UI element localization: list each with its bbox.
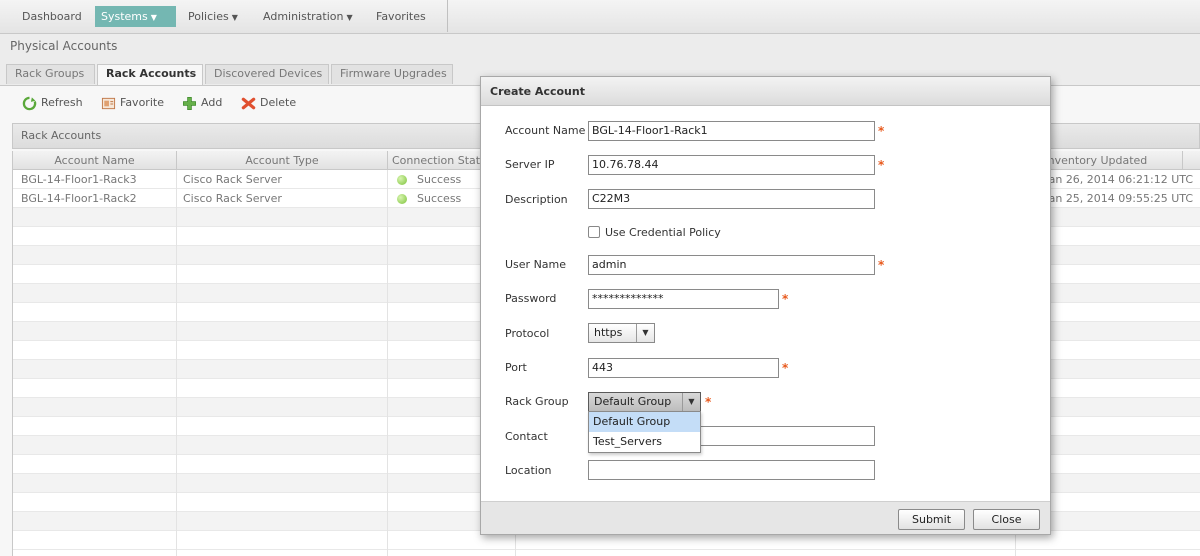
page-title: Physical Accounts xyxy=(10,39,118,53)
nav-policies[interactable]: Policies ▼ xyxy=(182,6,244,27)
cell-account-name: BGL-14-Floor1-Rack2 xyxy=(21,192,137,205)
dialog-footer: Submit Close xyxy=(481,501,1050,534)
rack-group-dropdown: Default Group Test_Servers xyxy=(588,411,701,453)
favorite-icon xyxy=(101,97,116,109)
dropdown-option-default-group[interactable]: Default Group xyxy=(589,412,700,432)
nav-systems-label: Systems xyxy=(101,10,148,23)
tab-discovered-devices[interactable]: Discovered Devices xyxy=(205,64,329,84)
favorite-button[interactable]: Favorite xyxy=(101,94,164,112)
column-header-account-type[interactable]: Account Type xyxy=(177,151,388,170)
required-marker: * xyxy=(878,258,885,272)
user-name-label: User Name xyxy=(505,258,567,271)
tab-firmware-upgrades[interactable]: Firmware Upgrades xyxy=(331,64,453,84)
nav-administration-label: Administration xyxy=(263,10,344,23)
description-label: Description xyxy=(505,193,568,206)
nav-favorites-label: Favorites xyxy=(376,10,426,23)
status-success-icon xyxy=(397,194,407,204)
port-label: Port xyxy=(505,361,527,374)
tab-rack-groups[interactable]: Rack Groups xyxy=(6,64,95,84)
port-field[interactable]: 443 xyxy=(588,358,779,378)
favorite-label: Favorite xyxy=(120,96,164,109)
delete-label: Delete xyxy=(260,96,297,109)
refresh-button[interactable]: Refresh xyxy=(22,94,83,112)
required-marker: * xyxy=(782,361,789,375)
required-marker: * xyxy=(878,124,885,138)
required-marker: * xyxy=(705,395,712,409)
status-label: Success xyxy=(417,192,462,205)
cell-account-name: BGL-14-Floor1-Rack3 xyxy=(21,173,137,186)
column-divider xyxy=(387,170,388,556)
rack-group-label: Rack Group xyxy=(505,395,569,408)
account-name-label: Account Name xyxy=(505,124,586,137)
protocol-select[interactable]: https ▼ xyxy=(588,323,655,343)
delete-icon xyxy=(241,97,256,109)
use-credential-policy-checkbox[interactable] xyxy=(588,226,600,238)
column-header-account-name[interactable]: Account Name xyxy=(13,151,177,170)
password-label: Password xyxy=(505,292,557,305)
required-marker: * xyxy=(878,158,885,172)
nav-menu-bar: Dashboard Systems ▼ Policies ▼ Administrat… xyxy=(0,0,448,32)
cell-connection-status: Success xyxy=(397,189,461,208)
password-field[interactable]: ************* xyxy=(588,289,779,309)
chevron-down-icon[interactable]: ▼ xyxy=(636,324,654,342)
tab-rack-accounts[interactable]: Rack Accounts xyxy=(97,64,203,86)
protocol-value: https xyxy=(594,326,623,339)
location-field[interactable] xyxy=(588,460,875,480)
contact-label: Contact xyxy=(505,430,548,443)
cell-connection-status: Success xyxy=(397,170,461,189)
server-ip-label: Server IP xyxy=(505,158,555,171)
nav-favorites[interactable]: Favorites xyxy=(370,6,432,27)
nav-administration[interactable]: Administration ▼ xyxy=(257,6,359,27)
cell-account-type: Cisco Rack Server xyxy=(183,192,282,205)
description-field[interactable]: C22M3 xyxy=(588,189,875,209)
account-name-field[interactable]: BGL-14-Floor1-Rack1 xyxy=(588,121,875,141)
chevron-down-icon: ▼ xyxy=(346,13,353,22)
server-ip-field[interactable]: 10.76.78.44 xyxy=(588,155,875,175)
status-success-icon xyxy=(397,175,407,185)
nav-dashboard[interactable]: Dashboard xyxy=(16,6,88,27)
column-header-connection-status[interactable]: Connection Status xyxy=(388,151,488,170)
location-label: Location xyxy=(505,464,552,477)
nav-policies-label: Policies xyxy=(188,10,229,23)
add-label: Add xyxy=(201,96,223,109)
required-marker: * xyxy=(782,292,789,306)
rack-group-value: Default Group xyxy=(594,395,672,408)
user-name-field[interactable]: admin xyxy=(588,255,875,275)
add-button[interactable]: Add xyxy=(182,94,222,112)
dropdown-option-test-servers[interactable]: Test_Servers xyxy=(589,432,700,452)
add-icon xyxy=(183,96,196,110)
close-button[interactable]: Close xyxy=(973,509,1040,530)
create-account-dialog: Create Account Account Name BGL-14-Floor… xyxy=(480,76,1051,535)
top-nav: Dashboard Systems ▼ Policies ▼ Administrat… xyxy=(0,0,1200,34)
nav-systems[interactable]: Systems ▼ xyxy=(95,6,176,27)
chevron-down-icon[interactable]: ▼ xyxy=(682,393,700,411)
rack-group-select[interactable]: Default Group ▼ xyxy=(588,392,701,412)
dialog-title: Create Account xyxy=(481,77,1050,106)
chevron-down-icon: ▼ xyxy=(150,13,157,22)
delete-button[interactable]: Delete xyxy=(241,94,296,112)
column-divider xyxy=(176,170,177,556)
nav-dashboard-label: Dashboard xyxy=(22,10,82,23)
protocol-label: Protocol xyxy=(505,327,550,340)
submit-button[interactable]: Submit xyxy=(898,509,965,530)
chevron-down-icon: ▼ xyxy=(231,13,238,22)
refresh-label: Refresh xyxy=(41,96,83,109)
status-label: Success xyxy=(417,173,462,186)
use-credential-policy-label: Use Credential Policy xyxy=(605,226,721,239)
cell-account-type: Cisco Rack Server xyxy=(183,173,282,186)
refresh-icon xyxy=(22,96,37,110)
